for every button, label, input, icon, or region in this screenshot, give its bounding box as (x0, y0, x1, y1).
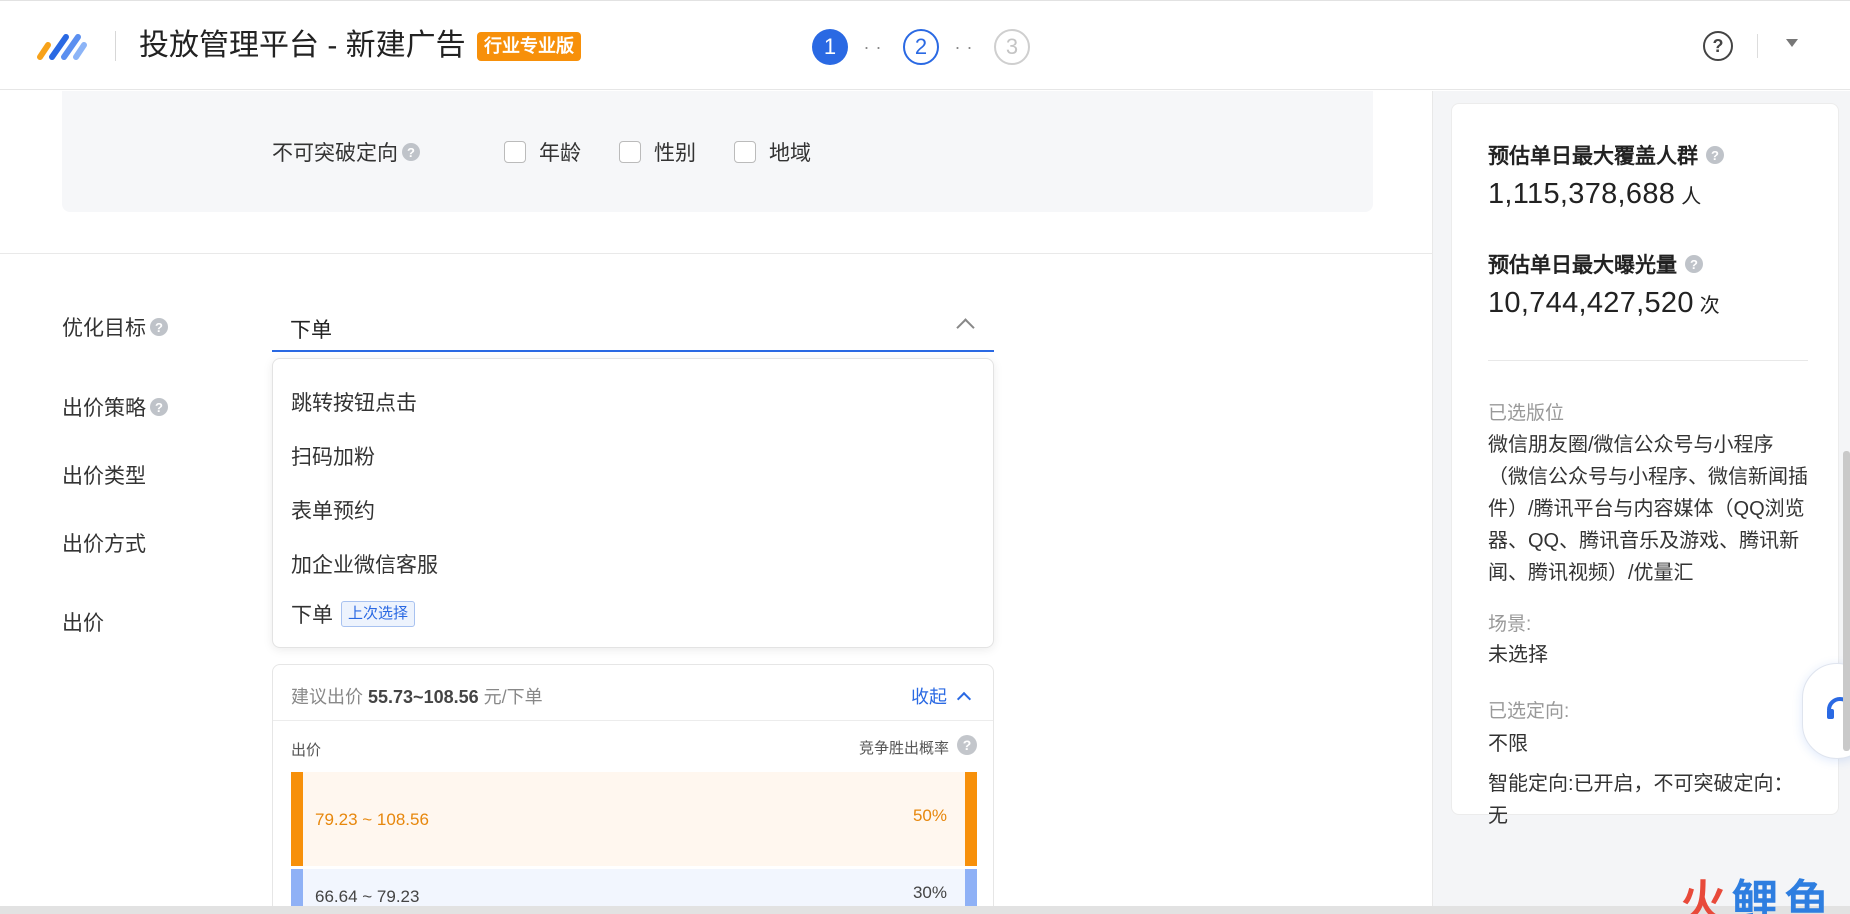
page-title: 投放管理平台 - 新建广告 (139, 29, 466, 62)
targeting-summary-value: 不限 (1488, 733, 1528, 755)
caret-down-icon[interactable] (1786, 39, 1798, 47)
question-icon[interactable]: ? (150, 398, 168, 416)
opt-goal-select[interactable]: 下单 (272, 304, 994, 352)
step-2[interactable]: 2 (903, 29, 939, 65)
bid-type-label: 出价类型 (62, 465, 146, 488)
coverage-title: 预估单日最大覆盖人群 ? (1488, 140, 1724, 170)
last-choice-tag: 上次选择 (341, 601, 416, 627)
edition-badge: 行业专业版 (477, 32, 581, 61)
unbreakable-targeting-label: 不可突破定向 ? (272, 137, 420, 167)
chevron-up-icon[interactable] (956, 318, 975, 337)
dropdown-option-selected[interactable]: 下单 上次选择 (291, 599, 416, 629)
win-rate-column-header: 竞争胜出概率 (858, 740, 949, 757)
bid-panel-header: 建议出价 55.73~108.56 元/下单 收起 (273, 665, 993, 721)
opt-goal-label: 优化目标 ? (62, 312, 168, 342)
bid-strategy-label: 出价策略 ? (62, 392, 168, 422)
targeting-summary-label: 已选定向: (1488, 701, 1570, 722)
vertical-scrollbar[interactable] (1843, 451, 1850, 751)
bid-band-high: 79.23 ~ 108.56 50% (291, 772, 977, 866)
bid-suggestion-panel: 建议出价 55.73~108.56 元/下单 收起 出价 竞争胜出概率 ? 79… (272, 664, 994, 914)
watermark: 火鲤鱼 (1680, 876, 1836, 914)
checkbox-box[interactable] (504, 141, 526, 163)
opt-goal-value: 下单 (290, 319, 332, 342)
dropdown-option[interactable]: 表单预约 (291, 495, 375, 525)
section-divider (0, 253, 1433, 254)
question-icon[interactable]: ? (1685, 255, 1703, 273)
band-bar-right (965, 772, 977, 866)
card-divider (1488, 360, 1808, 361)
step-1[interactable]: 1 (812, 29, 848, 65)
step-dots: ·· (954, 36, 979, 57)
checkbox-gender[interactable]: 性别 (619, 137, 696, 167)
opt-goal-dropdown: 跳转按钮点击 扫码加粉 表单预约 加企业微信客服 下单 上次选择 (272, 358, 994, 648)
question-icon[interactable]: ? (957, 735, 977, 755)
checkbox-box[interactable] (619, 141, 641, 163)
logo-icon[interactable] (34, 29, 90, 63)
bid-method-label: 出价方式 (62, 533, 146, 556)
placements-text: 微信朋友圈/微信公众号与小程序（微信公众号与小程序、微信新闻插件）/腾讯平台与内… (1488, 434, 1808, 584)
question-icon[interactable]: ? (1706, 146, 1724, 164)
scene-label: 场景: (1488, 614, 1532, 635)
targeting-section (62, 91, 1373, 212)
coverage-value: 1,115,378,688 人 (1488, 178, 1702, 210)
step-3[interactable]: 3 (994, 29, 1030, 65)
top-header: 投放管理平台 - 新建广告 行业专业版 1 ·· 2 ·· 3 ? (0, 0, 1850, 90)
bid-column-header: 出价 (291, 742, 322, 759)
bid-suggestion: 建议出价 55.73~108.56 元/下单 (291, 687, 543, 707)
question-icon[interactable]: ? (150, 318, 168, 336)
dropdown-option[interactable]: 加企业微信客服 (291, 549, 438, 579)
checkbox-box[interactable] (734, 141, 756, 163)
dropdown-option[interactable]: 跳转按钮点击 (291, 387, 417, 417)
bid-label: 出价 (62, 612, 104, 635)
exposure-value: 10,744,427,520 次 (1488, 287, 1721, 319)
dropdown-option[interactable]: 扫码加粉 (291, 441, 375, 471)
header-divider (115, 31, 116, 61)
collapse-button[interactable]: 收起 (911, 683, 972, 709)
band-percent: 30% (912, 883, 947, 902)
band-range: 79.23 ~ 108.56 (315, 810, 429, 829)
band-percent: 50% (912, 806, 947, 825)
question-icon[interactable]: ? (402, 143, 420, 161)
horizontal-scrollbar[interactable] (0, 906, 1850, 914)
help-icon[interactable]: ? (1703, 31, 1733, 61)
band-range: 66.64 ~ 79.23 (315, 887, 420, 906)
estimate-summary-card: 预估单日最大覆盖人群 ? 1,115,378,688 人 预估单日最大曝光量 ? … (1451, 103, 1839, 827)
step-indicator: 1 ·· 2 ·· 3 (812, 29, 1030, 65)
checkbox-age[interactable]: 年龄 (504, 137, 581, 167)
scene-value: 未选择 (1488, 644, 1548, 666)
band-bar-left (291, 772, 303, 866)
checkbox-region[interactable]: 地域 (734, 137, 811, 167)
step-dots: ·· (863, 36, 888, 57)
smart-targeting-text: 智能定向:已开启，不可突破定向：无 (1488, 773, 1794, 827)
chevron-up-icon (956, 691, 972, 706)
placements-label: 已选版位 (1488, 403, 1565, 424)
exposure-title: 预估单日最大曝光量 ? (1488, 249, 1703, 279)
header-divider (1757, 34, 1758, 58)
